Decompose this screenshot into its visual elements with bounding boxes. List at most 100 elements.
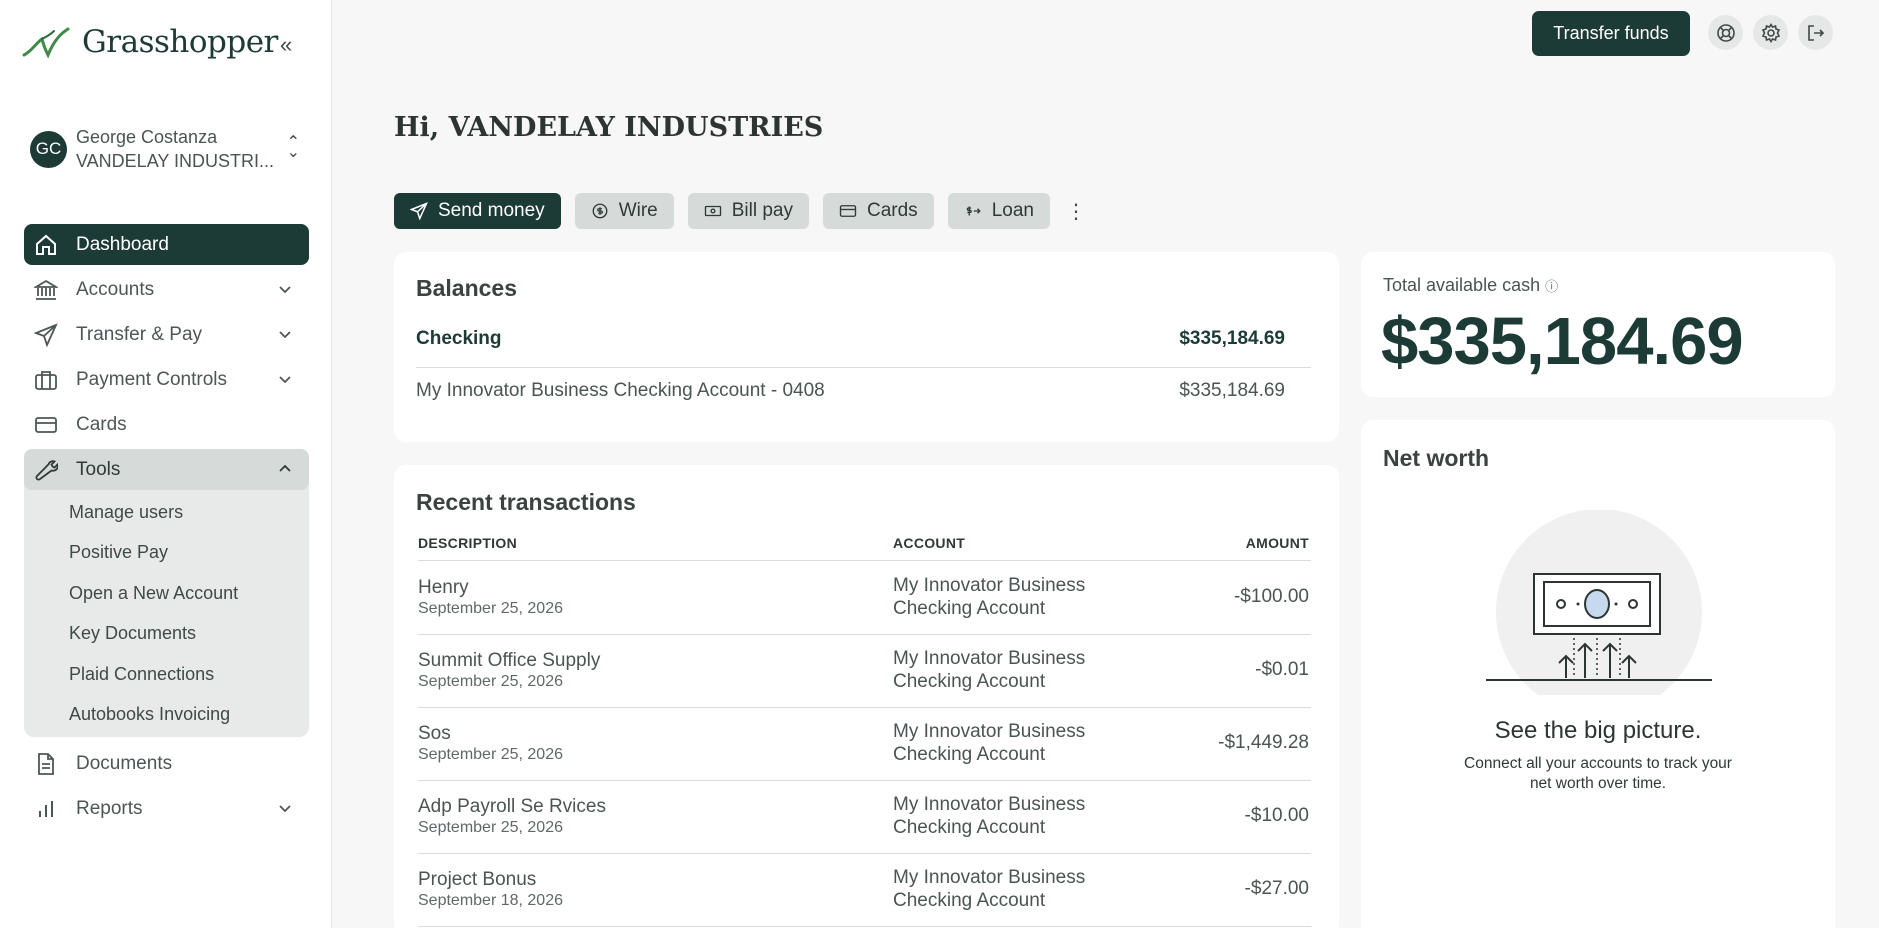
bill-icon	[704, 205, 721, 217]
table-row[interactable]: Adp Payroll Se Rvices September 25, 2026…	[418, 781, 1311, 854]
send-icon	[410, 202, 428, 220]
checking-group-row[interactable]: Checking $335,184.69	[416, 328, 1311, 368]
collapse-sidebar-button[interactable]: «	[280, 34, 292, 56]
table-row[interactable]: Summit Office Supply September 25, 2026 …	[418, 635, 1311, 708]
tools-item-autobooks-invoicing[interactable]: Autobooks Invoicing	[24, 695, 309, 736]
checking-group-label: Checking	[416, 328, 502, 349]
transaction-date: September 25, 2026	[418, 600, 563, 617]
total-cash-label: Total available cash ⓘ	[1383, 275, 1558, 296]
bill-pay-button[interactable]: Bill pay	[687, 193, 809, 229]
total-cash-value: $335,184.69	[1381, 304, 1744, 379]
sidebar-item-label: Accounts	[76, 278, 155, 300]
bill-pay-label: Bill pay	[731, 200, 793, 221]
tools-item-open-account[interactable]: Open a New Account	[24, 573, 309, 614]
loan-button[interactable]: Loan	[947, 193, 1050, 229]
column-amount: AMOUNT	[1245, 535, 1309, 551]
tools-item-positive-pay[interactable]: Positive Pay	[24, 533, 309, 574]
loan-icon	[966, 206, 981, 216]
transfer-funds-button[interactable]: Transfer funds	[1532, 11, 1690, 56]
net-worth-title: Net worth	[1383, 445, 1490, 471]
transaction-account: My Innovator Business Checking Account	[893, 575, 1086, 619]
total-cash-label-text: Total available cash	[1383, 275, 1541, 295]
column-account: ACCOUNT	[893, 535, 966, 551]
money-growth-illustration	[1486, 510, 1712, 695]
tools-item-key-documents[interactable]: Key Documents	[24, 614, 309, 655]
net-worth-subtext: Connect all your accounts to track your …	[1464, 755, 1732, 792]
tools-group: Tools Manage users Positive Pay Open a N…	[24, 449, 309, 737]
chevron-up-down-icon: ⌃ ⌄	[286, 134, 300, 161]
transaction-description: Sos	[418, 723, 451, 744]
bank-icon	[32, 276, 60, 304]
recent-transactions-card: Recent transactions DESCRIPTION ACCOUNT …	[394, 465, 1339, 928]
transaction-description: Adp Payroll Se Rvices	[418, 796, 606, 817]
more-actions-button[interactable]: ⋮	[1064, 193, 1088, 229]
card-icon	[839, 205, 857, 217]
sidebar-item-tools[interactable]: Tools	[24, 449, 309, 490]
send-money-button[interactable]: Send money	[394, 193, 561, 229]
balances-card: Balances Checking $335,184.69 My Innovat…	[394, 252, 1339, 442]
sidebar-item-dashboard[interactable]: Dashboard	[24, 224, 309, 265]
table-row[interactable]: Henry September 25, 2026 My Innovator Bu…	[418, 562, 1311, 635]
transaction-account: My Innovator Business Checking Account	[893, 794, 1086, 838]
sidebar-item-documents[interactable]: Documents	[24, 743, 309, 784]
table-row[interactable]: Sos September 25, 2026 My Innovator Busi…	[418, 708, 1311, 781]
sidebar-item-label: Payment Controls	[76, 368, 228, 390]
account-name: My Innovator Business Checking Account -…	[416, 380, 825, 401]
chevron-down-icon	[279, 805, 291, 813]
transaction-amount: -$0.01	[1255, 659, 1309, 680]
info-icon[interactable]: ⓘ	[1545, 279, 1558, 294]
sidebar-item-reports[interactable]: Reports	[24, 788, 309, 829]
user-company: VANDELAY INDUSTRI...	[76, 151, 275, 171]
table-row[interactable]: Project Bonus September 18, 2026 My Inno…	[418, 854, 1311, 927]
home-icon	[32, 231, 60, 259]
loan-label: Loan	[991, 200, 1034, 221]
grasshopper-logo-icon	[22, 27, 70, 59]
quick-actions: Send money Wire Bill pay Cards Loan ⋮	[394, 193, 1088, 229]
double-chevron-left-icon: «	[280, 32, 293, 57]
wire-dollar-icon	[592, 203, 608, 219]
transactions-header: DESCRIPTION ACCOUNT AMOUNT	[418, 529, 1311, 561]
transaction-date: September 25, 2026	[418, 673, 563, 690]
chevron-down-icon	[279, 286, 291, 294]
checking-group-total: $335,184.69	[1179, 328, 1285, 349]
sidebar-item-accounts[interactable]: Accounts	[24, 269, 309, 310]
transaction-date: September 18, 2026	[418, 892, 563, 909]
page-greeting: Hi, VANDELAY INDUSTRIES	[394, 112, 824, 143]
logout-icon	[1807, 24, 1824, 41]
account-balance: $335,184.69	[1179, 380, 1285, 401]
transactions-title: Recent transactions	[416, 489, 636, 515]
transaction-description: Summit Office Supply	[418, 650, 601, 671]
cards-button[interactable]: Cards	[823, 193, 934, 229]
logout-button[interactable]	[1798, 15, 1833, 50]
transaction-amount: -$1,449.28	[1218, 732, 1309, 753]
briefcase-icon	[32, 366, 60, 394]
sidebar-item-payment-controls[interactable]: Payment Controls	[24, 359, 309, 400]
wire-button[interactable]: Wire	[574, 193, 674, 229]
wire-label: Wire	[618, 200, 658, 221]
total-cash-card: Total available cash ⓘ $335,184.69	[1361, 252, 1835, 397]
grasshopper-logo[interactable]: Grasshopper	[22, 24, 278, 60]
document-icon	[32, 750, 60, 778]
send-money-label: Send money	[438, 200, 545, 221]
net-worth-heading: See the big picture.	[1494, 717, 1702, 744]
tools-item-plaid-connections[interactable]: Plaid Connections	[24, 654, 309, 695]
transaction-date: September 25, 2026	[418, 819, 563, 836]
transaction-amount: -$10.00	[1244, 805, 1309, 826]
account-switcher[interactable]: GC George Costanza VANDELAY INDUSTRI... …	[30, 126, 300, 172]
sidebar-item-label: Cards	[76, 413, 127, 435]
sidebar-item-cards[interactable]: Cards	[24, 404, 309, 445]
chevron-down-icon	[279, 331, 291, 339]
account-row[interactable]: My Innovator Business Checking Account -…	[416, 380, 1311, 402]
tools-item-manage-users[interactable]: Manage users	[24, 492, 309, 533]
sidebar: Grasshopper « GC George Costanza VANDELA…	[0, 0, 332, 928]
settings-button[interactable]	[1753, 15, 1788, 50]
transaction-amount: -$100.00	[1233, 586, 1309, 607]
transaction-description: Project Bonus	[418, 869, 537, 890]
chevron-down-icon	[279, 376, 291, 384]
user-name: George Costanza	[76, 127, 218, 147]
help-button[interactable]	[1708, 15, 1743, 50]
card-icon	[32, 411, 60, 439]
transaction-date: September 25, 2026	[418, 746, 563, 763]
lifebuoy-icon	[1716, 23, 1735, 42]
sidebar-item-transfer-pay[interactable]: Transfer & Pay	[24, 314, 309, 355]
